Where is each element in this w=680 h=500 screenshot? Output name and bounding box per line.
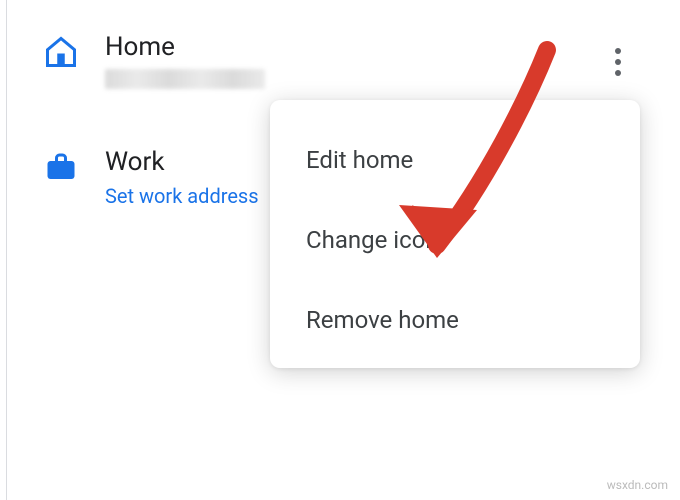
menu-item-edit-home[interactable]: Edit home [270, 120, 640, 200]
menu-item-remove-home[interactable]: Remove home [270, 280, 640, 360]
context-menu: Edit home Change icon Remove home [270, 100, 640, 368]
shortcut-text: Work Set work address [105, 147, 259, 208]
shortcuts-panel: Home Work Set work address Edit home Cha… [6, 0, 666, 500]
attribution-text: wsxdn.com [607, 478, 668, 492]
home-icon [43, 34, 79, 70]
more-vertical-icon [615, 48, 621, 76]
shortcut-text: Home [105, 32, 265, 89]
shortcut-address-redacted [105, 69, 265, 89]
menu-item-change-icon[interactable]: Change icon [270, 200, 640, 280]
shortcut-title: Work [105, 147, 259, 178]
overflow-button[interactable] [598, 42, 638, 82]
shortcut-title: Home [105, 32, 265, 63]
shortcut-row-home[interactable]: Home [7, 20, 666, 107]
work-icon [43, 149, 79, 185]
set-work-address-link[interactable]: Set work address [105, 184, 259, 208]
